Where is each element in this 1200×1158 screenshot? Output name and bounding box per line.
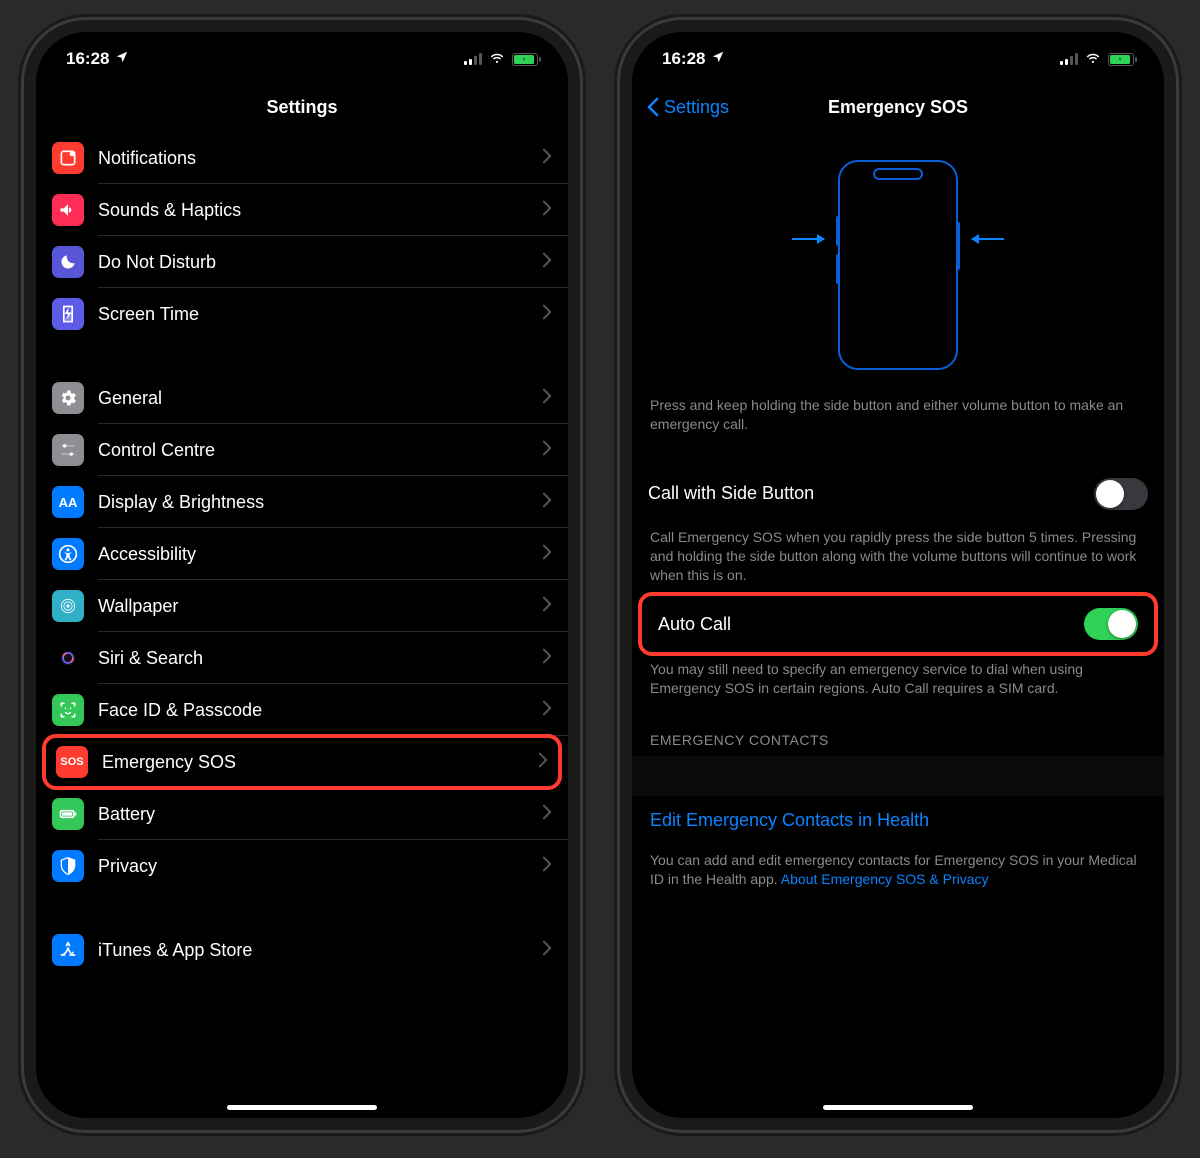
row-label: Siri & Search [98,648,542,669]
emergency-contacts-header: EMERGENCY CONTACTS [632,708,1164,756]
sounds-haptics-icon [52,194,84,226]
chevron-right-icon [542,492,552,513]
settings-row-emergency-sos[interactable]: SOS Emergency SOS [42,734,562,790]
accessibility-icon [52,538,84,570]
settings-row-do-not-disturb[interactable]: Do Not Disturb [36,236,568,288]
row-label: Display & Brightness [98,492,542,513]
chevron-right-icon [538,752,548,773]
wifi-icon [488,48,506,71]
row-label: Do Not Disturb [98,252,542,273]
chevron-right-icon [542,700,552,721]
emergency-sos-icon: SOS [56,746,88,778]
settings-row-general[interactable]: General [36,372,568,424]
settings-row-battery[interactable]: Battery [36,788,568,840]
chevron-right-icon [542,304,552,325]
settings-row-screen-time[interactable]: Screen Time [36,288,568,340]
nav-bar: Settings Emergency SOS [632,82,1164,132]
chevron-right-icon [542,440,552,461]
phone-right: 16:28 Settings Emergency SOS [620,20,1176,1130]
row-label: Control Centre [98,440,542,461]
row-label: General [98,388,542,409]
location-icon [711,49,725,69]
privacy-link[interactable]: About Emergency SOS & Privacy [781,871,989,887]
settings-row-accessibility[interactable]: Accessibility [36,528,568,580]
contacts-description: You can add and edit emergency contacts … [632,845,1164,899]
general-icon [52,382,84,414]
status-time: 16:28 [662,49,705,69]
settings-row-siri-search[interactable]: Siri & Search [36,632,568,684]
sos-illustration [632,150,1164,380]
notifications-icon [52,142,84,174]
row-label: Face ID & Passcode [98,700,542,721]
edit-contacts-link[interactable]: Edit Emergency Contacts in Health [632,796,1164,845]
screen-time-icon [52,298,84,330]
display-brightness-icon: AA [52,486,84,518]
chevron-right-icon [542,544,552,565]
settings-row-sounds-haptics[interactable]: Sounds & Haptics [36,184,568,236]
settings-row-face-id-passcode[interactable]: Face ID & Passcode [36,684,568,736]
auto-call-toggle[interactable] [1084,608,1138,640]
row-label: Accessibility [98,544,542,565]
wallpaper-icon [52,590,84,622]
row-label: Privacy [98,856,542,877]
row-label: Sounds & Haptics [98,200,542,221]
call-with-side-button-row[interactable]: Call with Side Button [632,466,1164,522]
do-not-disturb-icon [52,246,84,278]
face-id-passcode-icon [52,694,84,726]
battery-icon [52,798,84,830]
cellular-icon [464,53,482,65]
chevron-right-icon [542,856,552,877]
row-label: Notifications [98,148,542,169]
notch [197,32,407,62]
call-side-toggle[interactable] [1094,478,1148,510]
row-label: Screen Time [98,304,542,325]
notch [793,32,1003,62]
settings-row-wallpaper[interactable]: Wallpaper [36,580,568,632]
settings-row-display-brightness[interactable]: AA Display & Brightness [36,476,568,528]
settings-row-itunes-app-store[interactable]: iTunes & App Store [36,924,568,976]
row-label: Wallpaper [98,596,542,617]
location-icon [115,49,129,69]
chevron-right-icon [542,388,552,409]
status-time: 16:28 [66,49,109,69]
call-side-label: Call with Side Button [648,483,814,504]
home-indicator[interactable] [227,1105,377,1110]
battery-icon [512,53,538,66]
back-button[interactable]: Settings [646,82,729,132]
chevron-right-icon [542,148,552,169]
privacy-icon [52,850,84,882]
row-label: Emergency SOS [102,752,538,773]
auto-call-row[interactable]: Auto Call [638,592,1158,656]
cellular-icon [1060,53,1078,65]
back-label: Settings [664,97,729,118]
siri-search-icon [52,642,84,674]
wifi-icon [1084,48,1102,71]
nav-bar: Settings [36,82,568,132]
chevron-right-icon [542,940,552,961]
auto-call-description: You may still need to specify an emergen… [632,654,1164,708]
chevron-right-icon [542,804,552,825]
chevron-right-icon [542,596,552,617]
row-label: iTunes & App Store [98,940,542,961]
call-side-description: Call Emergency SOS when you rapidly pres… [632,522,1164,595]
phone-left: 16:28 Settings Notifications Sounds & Hap… [24,20,580,1130]
page-title: Settings [266,97,337,118]
itunes-app-store-icon [52,934,84,966]
chevron-right-icon [542,648,552,669]
settings-row-privacy[interactable]: Privacy [36,840,568,892]
hero-caption: Press and keep holding the side button a… [632,390,1164,444]
row-label: Battery [98,804,542,825]
chevron-right-icon [542,200,552,221]
page-title: Emergency SOS [828,97,968,118]
control-centre-icon [52,434,84,466]
settings-row-notifications[interactable]: Notifications [36,132,568,184]
auto-call-label: Auto Call [658,614,731,635]
chevron-right-icon [542,252,552,273]
battery-icon [1108,53,1134,66]
home-indicator[interactable] [823,1105,973,1110]
settings-row-control-centre[interactable]: Control Centre [36,424,568,476]
